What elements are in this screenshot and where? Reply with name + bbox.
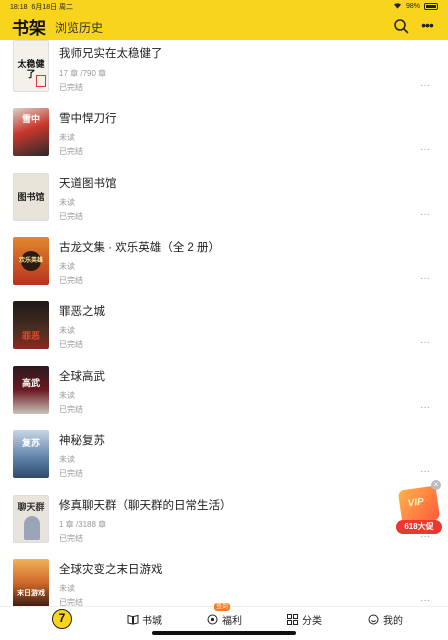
home-indicator[interactable] (152, 631, 296, 635)
cover-text: 高武 (21, 378, 40, 388)
bookshelf-list: 太稳健了 我师兄实在太稳健了 17 章 /790 章 已完结 ··· 雪中 雪中… (0, 40, 448, 606)
book-cover[interactable]: 末日游戏 (13, 559, 49, 606)
more-options-icon[interactable]: ··· (420, 209, 430, 220)
tab-profile[interactable]: 我的 (368, 612, 403, 627)
close-icon[interactable]: × (431, 480, 441, 490)
book-title: 天道图书馆 (59, 178, 117, 190)
book-progress: 未读 (59, 133, 75, 142)
tab-bookstore[interactable]: 书城 (127, 612, 162, 627)
page-title[interactable]: 书架 (12, 14, 46, 39)
cover-text: 欢乐英雄 (18, 258, 43, 264)
vip-gift-icon[interactable]: VIP (397, 485, 441, 525)
more-options-icon[interactable]: ··· (420, 402, 430, 413)
book-status: 已完结 (59, 405, 83, 414)
book-cover[interactable]: 罪恶 (13, 301, 49, 349)
book-progress: 未读 (59, 262, 75, 271)
book-status: 已完结 (59, 83, 83, 92)
book-cover[interactable]: 雪中 (13, 108, 49, 156)
list-item[interactable]: 末日游戏 全球灾变之末日游戏 未读 已完结 ··· (0, 555, 448, 606)
tab-rewards-label: 福利 (222, 616, 242, 627)
book-status: 已完结 (59, 534, 83, 543)
book-status: 已完结 (59, 340, 83, 349)
search-icon[interactable] (393, 18, 409, 34)
book-cover[interactable]: 图书馆 (13, 173, 49, 221)
tab-rewards[interactable]: 福利 (207, 612, 242, 627)
tab-profile-label: 我的 (383, 616, 403, 627)
book-progress: 17 章 /790 章 (59, 69, 107, 78)
book-title: 全球灾变之末日游戏 (59, 564, 163, 576)
more-options-icon[interactable]: ··· (420, 595, 430, 606)
battery-percent: 98% (405, 3, 420, 10)
list-item[interactable]: 雪中 雪中悍刀行 未读 已完结 ··· (0, 104, 448, 168)
book-title: 全球高武 (59, 371, 105, 383)
list-item[interactable]: 聊天群 修真聊天群（聊天群的日常生活） 1 章 /3188 章 已完结 ··· (0, 491, 448, 555)
book-status: 已完结 (59, 598, 83, 606)
book-progress: 未读 (59, 455, 75, 464)
book-title: 古龙文集 · 欢乐英雄（全 2 册） (59, 242, 221, 254)
book-progress: 1 章 /3188 章 (59, 520, 107, 529)
coin-icon (207, 614, 218, 625)
list-item[interactable]: 图书馆 天道图书馆 未读 已完结 ··· (0, 169, 448, 233)
profile-icon (368, 614, 379, 625)
book-cover[interactable]: 复苏 (13, 430, 49, 478)
book-title: 雪中悍刀行 (59, 113, 117, 125)
home-logo-icon[interactable]: 7 (52, 609, 72, 629)
status-time: 18:18 (10, 4, 28, 11)
more-options-icon[interactable]: ··· (420, 466, 430, 477)
book-cover[interactable]: 高武 (13, 366, 49, 414)
book-title: 神秘复苏 (59, 435, 105, 447)
more-options-icon[interactable]: ··· (420, 80, 430, 91)
more-options-icon[interactable]: ··· (420, 273, 430, 284)
tab-categories-label: 分类 (302, 616, 322, 627)
book-title: 我师兄实在太稳健了 (59, 48, 163, 60)
status-time-date: 18:18 6月18日 周二 (10, 2, 73, 12)
list-item[interactable]: 罪恶 罪恶之城 未读 已完结 ··· (0, 297, 448, 361)
cover-text: 复苏 (21, 438, 40, 448)
grid-icon (287, 614, 298, 625)
battery-icon (424, 3, 438, 10)
more-icon[interactable]: ••• (418, 18, 436, 34)
book-title: 修真聊天群（聊天群的日常生活） (59, 500, 232, 512)
cover-text: 雪中 (21, 114, 40, 124)
header: 书架 浏览历史 ••• (0, 12, 448, 40)
book-cover[interactable]: 太稳健了 (13, 40, 49, 92)
book-icon (127, 614, 139, 625)
status-bar: 18:18 6月18日 周二 98% (0, 0, 448, 12)
tab-bookstore-label: 书城 (142, 616, 162, 627)
book-progress: 未读 (59, 584, 75, 593)
book-cover[interactable]: 聊天群 (13, 495, 49, 543)
list-item[interactable]: 复苏 神秘复苏 未读 已完结 ··· (0, 426, 448, 490)
cover-text: 罪恶 (21, 331, 40, 341)
cover-figure (24, 516, 40, 540)
cover-text: 图书馆 (17, 192, 45, 202)
tab-categories[interactable]: 分类 (287, 612, 322, 627)
book-cover[interactable]: 欢乐英雄 (13, 237, 49, 285)
list-item[interactable]: 欢乐英雄 古龙文集 · 欢乐英雄（全 2 册） 未读 已完结 ··· (0, 233, 448, 297)
vip-label: VIP (406, 496, 425, 510)
tab-history[interactable]: 浏览历史 (55, 19, 103, 36)
more-options-icon[interactable]: ··· (420, 144, 430, 155)
list-item[interactable]: 高武 全球高武 未读 已完结 ··· (0, 362, 448, 426)
book-progress: 未读 (59, 391, 75, 400)
wifi-icon (393, 2, 402, 11)
more-options-icon[interactable]: ··· (420, 337, 430, 348)
status-date: 6月18日 周二 (31, 4, 74, 11)
book-title: 罪恶之城 (59, 306, 105, 318)
seal-icon (36, 75, 46, 87)
checkin-badge: 签到 (214, 603, 231, 611)
cover-text: 末日游戏 (17, 590, 45, 597)
book-status: 已完结 (59, 212, 83, 221)
book-progress: 未读 (59, 198, 75, 207)
cover-text: 聊天群 (17, 502, 45, 512)
home-logo-char: 7 (58, 611, 66, 625)
status-right: 98% (393, 2, 438, 11)
book-status: 已完结 (59, 469, 83, 478)
book-status: 已完结 (59, 276, 83, 285)
book-status: 已完结 (59, 147, 83, 156)
promo-badge[interactable]: 618大促 (396, 520, 442, 534)
promo-widget[interactable]: VIP × 618大促 (396, 480, 444, 536)
book-progress: 未读 (59, 326, 75, 335)
list-item[interactable]: 太稳健了 我师兄实在太稳健了 17 章 /790 章 已完结 ··· (0, 40, 448, 104)
